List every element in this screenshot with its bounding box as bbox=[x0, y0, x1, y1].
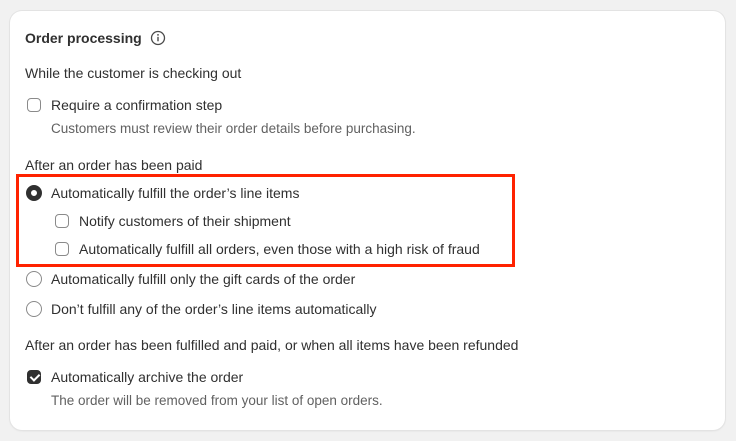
notify-customers-option[interactable]: Notify customers of their shipment bbox=[55, 211, 291, 231]
notify-customers-label: Notify customers of their shipment bbox=[79, 213, 291, 229]
confirmation-step-checkbox[interactable] bbox=[27, 98, 41, 112]
dont-fulfill-option[interactable]: Don’t fulfill any of the order’s line it… bbox=[26, 299, 377, 319]
dont-fulfill-radio[interactable] bbox=[26, 301, 42, 317]
card-title: Order processing bbox=[25, 30, 142, 46]
auto-fulfill-line-items-label: Automatically fulfill the order’s line i… bbox=[51, 185, 300, 201]
auto-archive-option[interactable]: Automatically archive the order bbox=[27, 367, 243, 387]
auto-fulfill-line-items-option[interactable]: Automatically fulfill the order’s line i… bbox=[26, 183, 299, 203]
paid-section-label: After an order has been paid bbox=[25, 157, 203, 173]
confirmation-step-label: Require a confirmation step bbox=[51, 97, 223, 113]
checkout-section-label: While the customer is checking out bbox=[25, 65, 242, 81]
fulfill-high-risk-option[interactable]: Automatically fulfill all orders, even t… bbox=[55, 239, 480, 259]
fulfill-high-risk-checkbox[interactable] bbox=[55, 242, 69, 256]
auto-archive-help: The order will be removed from your list… bbox=[51, 393, 383, 408]
confirmation-step-option[interactable]: Require a confirmation step bbox=[27, 95, 222, 115]
auto-fulfill-line-items-radio[interactable] bbox=[26, 185, 42, 201]
card-header: Order processing bbox=[25, 28, 166, 48]
fulfill-gift-cards-radio[interactable] bbox=[26, 271, 42, 287]
auto-archive-checkbox[interactable] bbox=[27, 370, 41, 384]
fulfill-gift-cards-option[interactable]: Automatically fulfill only the gift card… bbox=[26, 269, 355, 289]
order-processing-card: Order processing While the customer is c… bbox=[10, 11, 725, 430]
confirmation-step-help: Customers must review their order detail… bbox=[51, 121, 416, 136]
fulfilled-section-label: After an order has been fulfilled and pa… bbox=[25, 337, 519, 353]
auto-archive-label: Automatically archive the order bbox=[51, 369, 244, 385]
notify-customers-checkbox[interactable] bbox=[55, 214, 69, 228]
fulfill-high-risk-label: Automatically fulfill all orders, even t… bbox=[79, 241, 480, 257]
info-icon[interactable] bbox=[150, 30, 166, 46]
dont-fulfill-label: Don’t fulfill any of the order’s line it… bbox=[51, 301, 377, 317]
fulfill-gift-cards-label: Automatically fulfill only the gift card… bbox=[51, 271, 356, 287]
